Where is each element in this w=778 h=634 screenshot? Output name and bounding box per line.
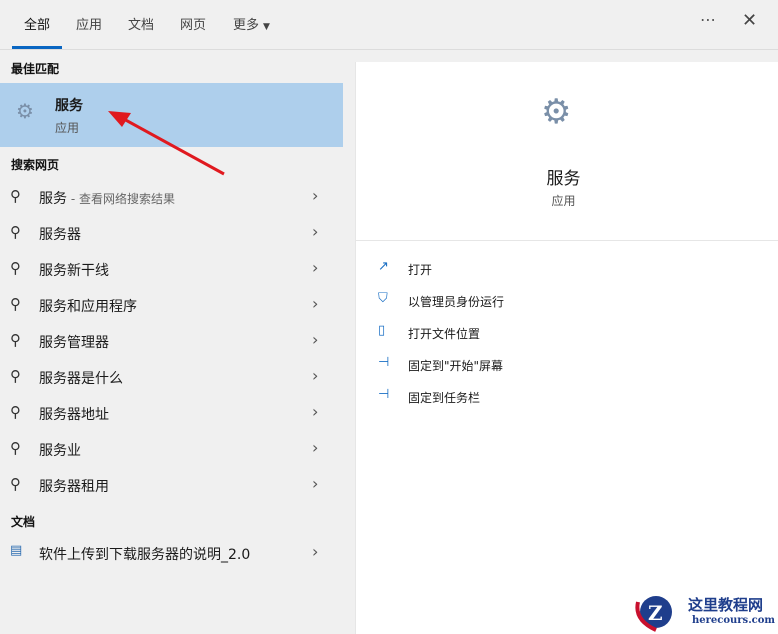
- action-label: 固定到"开始"屏幕: [408, 359, 504, 373]
- search-icon: ⚲: [10, 403, 21, 421]
- folder-icon: ▯: [378, 323, 386, 338]
- tab-apps[interactable]: 应用: [76, 14, 102, 33]
- web-result-label: 服务器是什么: [39, 371, 123, 387]
- web-result-label: 服务管理器: [39, 335, 109, 351]
- search-icon: ⚲: [10, 187, 21, 205]
- chevron-right-icon[interactable]: ›: [312, 366, 318, 385]
- tab-more-label: 更多: [233, 18, 260, 33]
- chevron-right-icon[interactable]: ›: [312, 222, 318, 241]
- tab-all[interactable]: 全部: [24, 14, 50, 33]
- web-result-item[interactable]: ⚲ 服务 - 查看网络搜索结果 ›: [0, 180, 343, 214]
- chevron-right-icon[interactable]: ›: [312, 258, 318, 277]
- web-result-item[interactable]: ⚲ 服务和应用程序 ›: [0, 288, 343, 322]
- chevron-down-icon: ▼: [263, 22, 270, 32]
- action-label: 打开文件位置: [408, 327, 481, 341]
- svg-text:Z: Z: [648, 601, 663, 625]
- detail-subtitle: 应用: [551, 194, 576, 208]
- open-icon: ↗: [378, 259, 389, 274]
- action-label: 打开: [408, 263, 433, 277]
- detail-title: 服务: [546, 169, 581, 189]
- chevron-right-icon[interactable]: ›: [312, 330, 318, 349]
- watermark-logo: Z 这里教程网 herecours.com: [630, 590, 778, 634]
- tab-more[interactable]: 更多 ▼: [233, 14, 270, 33]
- document-item[interactable]: ▤ 软件上传到下载服务器的说明_2.0 ›: [0, 536, 343, 570]
- web-result-item[interactable]: ⚲ 服务器地址 ›: [0, 396, 343, 430]
- web-result-label: 服务业: [39, 443, 81, 459]
- web-result-label: 服务新干线: [39, 263, 109, 279]
- close-icon[interactable]: ✕: [742, 10, 757, 31]
- action-label: 固定到任务栏: [408, 391, 481, 405]
- pin-icon: ⊣: [378, 387, 390, 402]
- chevron-right-icon[interactable]: ›: [312, 438, 318, 457]
- action-label: 以管理员身份运行: [408, 295, 505, 309]
- section-web: 搜索网页: [11, 158, 60, 172]
- chevron-right-icon[interactable]: ›: [312, 474, 318, 493]
- search-icon: ⚲: [10, 367, 21, 385]
- web-result-item[interactable]: ⚲ 服务器租用 ›: [0, 468, 343, 502]
- best-match-item[interactable]: ⚙ 服务 应用: [0, 83, 343, 147]
- section-best-match: 最佳匹配: [11, 62, 60, 76]
- chevron-right-icon[interactable]: ›: [312, 294, 318, 313]
- search-icon: ⚲: [10, 439, 21, 457]
- web-result-item[interactable]: ⚲ 服务器是什么 ›: [0, 360, 343, 394]
- search-icon: ⚲: [10, 295, 21, 313]
- chevron-right-icon[interactable]: ›: [312, 542, 318, 561]
- web-result-item[interactable]: ⚲ 服务器 ›: [0, 216, 343, 250]
- web-result-label: 服务器: [39, 227, 81, 243]
- document-label: 软件上传到下载服务器的说明_2.0: [39, 547, 251, 563]
- action-item[interactable]: ▯ 打开文件位置: [378, 323, 678, 347]
- web-result-label: 服务器地址: [39, 407, 109, 423]
- search-icon: ⚲: [10, 259, 21, 277]
- search-icon: ⚲: [10, 475, 21, 493]
- filter-tabs: 全部 应用 文档 网页 更多 ▼ ⋯ ✕: [0, 0, 778, 50]
- action-item[interactable]: ⊣ 固定到"开始"屏幕: [378, 355, 678, 379]
- web-result-label: 服务和应用程序: [39, 299, 137, 315]
- chevron-right-icon[interactable]: ›: [312, 402, 318, 421]
- action-item[interactable]: ⛉ 以管理员身份运行: [378, 291, 678, 315]
- active-tab-indicator: [12, 46, 62, 49]
- web-result-item[interactable]: ⚲ 服务管理器 ›: [0, 324, 343, 358]
- gear-icon: ⚙: [541, 92, 572, 132]
- section-documents: 文档: [11, 515, 36, 529]
- chevron-right-icon[interactable]: ›: [312, 186, 318, 205]
- best-match-subtitle: 应用: [55, 121, 80, 135]
- logo-icon: Z: [635, 596, 672, 632]
- gear-icon: ⚙: [16, 99, 34, 123]
- tab-web[interactable]: 网页: [180, 14, 206, 33]
- watermark-name: 这里教程网: [688, 596, 764, 614]
- pin-icon: ⊣: [378, 355, 390, 370]
- search-icon: ⚲: [10, 331, 21, 349]
- shield-icon: ⛉: [378, 291, 388, 306]
- web-result-item[interactable]: ⚲ 服务新干线 ›: [0, 252, 343, 286]
- more-options-icon[interactable]: ⋯: [700, 10, 716, 29]
- document-icon: ▤: [10, 543, 23, 558]
- web-result-item[interactable]: ⚲ 服务业 ›: [0, 432, 343, 466]
- web-result-label: 服务 - 查看网络搜索结果: [39, 191, 175, 207]
- divider: [356, 240, 778, 241]
- action-item[interactable]: ⊣ 固定到任务栏: [378, 387, 678, 411]
- search-icon: ⚲: [10, 223, 21, 241]
- watermark-url: herecours.com: [692, 615, 776, 626]
- action-item[interactable]: ↗ 打开: [378, 259, 678, 283]
- best-match-title: 服务: [55, 98, 83, 114]
- tab-documents[interactable]: 文档: [128, 14, 154, 33]
- detail-pane: ⚙ 服务 应用 ↗ 打开 ⛉ 以管理员身份运行 ▯ 打开文件位置 ⊣ 固定到"开始"屏幕 ⊣ 固定…: [355, 62, 778, 634]
- web-result-label: 服务器租用: [39, 479, 109, 495]
